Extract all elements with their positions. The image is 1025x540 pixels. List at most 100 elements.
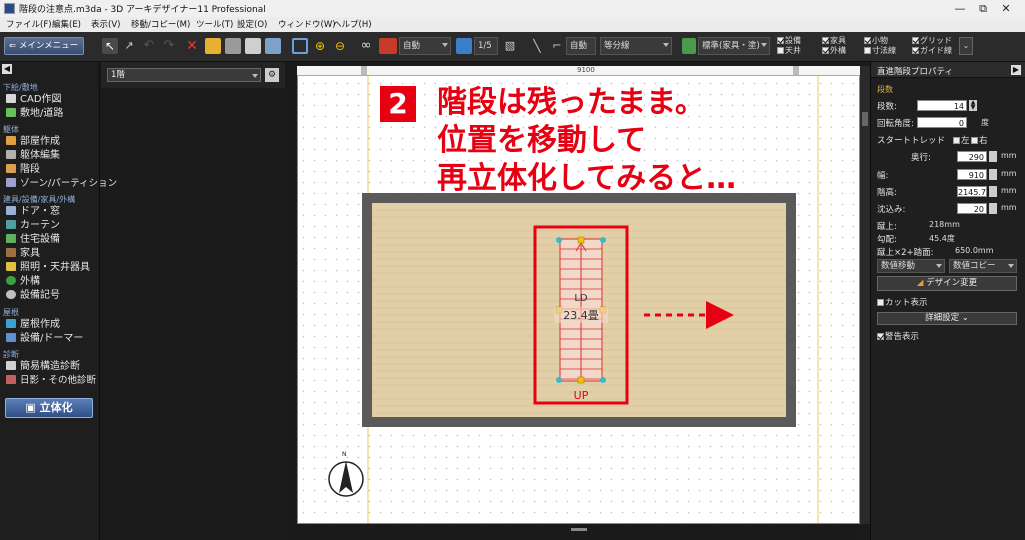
redo-icon[interactable]: ↷ — [161, 38, 177, 54]
scroll-thumb[interactable] — [862, 112, 868, 126]
fit-view-icon[interactable] — [292, 38, 308, 54]
width-dropdown[interactable] — [989, 169, 997, 180]
grid-scale-icon[interactable] — [456, 38, 472, 54]
link-icon[interactable]: ∞ — [358, 38, 374, 54]
menu-help[interactable]: ヘルプ(H) — [333, 18, 372, 30]
back-arrow-icon: ⇐ — [9, 41, 17, 51]
nav-furniture[interactable]: 家具 — [6, 247, 40, 261]
nav-dormer[interactable]: 設備/ドーマー — [6, 332, 83, 346]
print-icon[interactable] — [245, 38, 261, 54]
nav-shadow-diagnosis[interactable]: 日影・その他診断 — [6, 374, 96, 388]
steps-spinner[interactable]: ▲ ▼ — [969, 100, 977, 111]
rotate-handle[interactable] — [556, 377, 562, 383]
floor-settings-icon[interactable]: ⚙ — [265, 68, 279, 82]
ruler-marker[interactable] — [361, 66, 367, 75]
width-input[interactable]: 910 — [957, 169, 987, 180]
menu-edit[interactable]: 編集(E) — [52, 18, 81, 30]
check-grid[interactable]: グリッド — [912, 36, 952, 46]
rotation-input[interactable]: 0 — [917, 117, 967, 128]
expand-chevron-icon[interactable]: ⌄ — [959, 37, 973, 55]
multi-select-icon[interactable]: ↗ — [121, 38, 137, 54]
chevron-down-icon — [1008, 264, 1014, 268]
rotate-handle[interactable] — [600, 237, 606, 243]
dimension-icon[interactable]: ⌐ — [549, 38, 565, 54]
zoom-in-icon[interactable]: ⊕ — [312, 38, 328, 54]
nav-site-road[interactable]: 敷地/道路 — [6, 107, 63, 121]
ceiling-dropdown[interactable] — [989, 186, 997, 197]
nav-structure-diagnosis[interactable]: 簡易構造診断 — [6, 360, 80, 374]
nav-exterior[interactable]: 外構 — [6, 275, 40, 289]
division-select[interactable]: 等分線 — [600, 37, 672, 55]
menu-file[interactable]: ファイル(F) — [6, 18, 52, 30]
horizontal-scrollbar[interactable] — [297, 524, 860, 536]
collapse-left-icon[interactable]: ◀ — [2, 64, 12, 74]
warning-display-check[interactable]: 警告表示 — [877, 330, 919, 342]
menu-tools[interactable]: ツール(T) — [196, 18, 233, 30]
start-tread-right[interactable]: 右 — [971, 134, 988, 146]
check-exterior[interactable]: 外構 — [822, 46, 846, 56]
nav-cad-drawing[interactable]: CAD作図 — [6, 93, 62, 107]
menu-settings[interactable]: 設定(O) — [237, 18, 267, 30]
display-mode-icon[interactable] — [682, 38, 696, 54]
rotate-handle[interactable] — [556, 237, 562, 243]
sink-input[interactable]: 20 — [957, 203, 987, 214]
rotate-handle[interactable] — [600, 377, 606, 383]
resize-handle[interactable] — [577, 236, 585, 244]
nav-lighting[interactable]: 照明・天井器具 — [6, 261, 90, 275]
nav-structure-edit[interactable]: 躯体編集 — [6, 149, 60, 163]
nav-room-create[interactable]: 部屋作成 — [6, 135, 60, 149]
design-change-button[interactable]: ◢ デザイン変更 — [877, 276, 1017, 291]
image-icon[interactable] — [265, 38, 281, 54]
select-cursor-icon[interactable]: ↖ — [102, 38, 118, 54]
vertical-scrollbar[interactable] — [860, 66, 870, 524]
nav-zone-partition[interactable]: ゾーン/パーティション — [6, 177, 117, 191]
open-folder-icon[interactable] — [205, 38, 221, 54]
menu-move-copy[interactable]: 移動/コピー(M) — [131, 18, 190, 30]
undo-icon[interactable]: ↶ — [141, 38, 157, 54]
check-ceiling[interactable]: 天井 — [777, 46, 801, 56]
display-mode-select[interactable]: 標準(家具・塗) — [698, 37, 770, 55]
nav-home-equipment[interactable]: 住宅設備 — [6, 233, 60, 247]
depth-dropdown[interactable] — [989, 151, 997, 162]
snap-mode-select[interactable]: 自動 — [399, 37, 451, 55]
check-guide[interactable]: ガイド線 — [912, 46, 952, 56]
start-tread-left[interactable]: 左 — [953, 134, 970, 146]
menu-window[interactable]: ウィンドウ(W) — [278, 18, 336, 30]
check-small-items[interactable]: 小物 — [864, 36, 888, 46]
save-icon[interactable] — [225, 38, 241, 54]
design-change-label: デザイン変更 — [926, 278, 978, 288]
menu-view[interactable]: 表示(V) — [91, 18, 120, 30]
ceiling-input[interactable]: 2145.71 — [957, 186, 991, 197]
depth-input[interactable]: 290 — [957, 151, 987, 162]
resize-handle[interactable] — [577, 376, 585, 384]
nav-stairs[interactable]: 階段 — [6, 163, 40, 177]
nav-equipment-symbol[interactable]: 設備記号 — [6, 289, 60, 303]
scroll-thumb[interactable] — [571, 528, 587, 531]
check-equipment[interactable]: 設備 — [777, 36, 801, 46]
line-tool-icon[interactable]: ╲ — [529, 38, 545, 54]
check-furniture[interactable]: 家具 — [822, 36, 846, 46]
close-button[interactable]: ✕ — [983, 0, 1025, 17]
steps-input[interactable]: 14 — [917, 100, 967, 111]
ruler-marker[interactable] — [793, 66, 799, 75]
render-3d-button[interactable]: ▣ 立体化 — [5, 398, 93, 418]
scale-select[interactable]: 1/5 — [474, 37, 498, 55]
numeric-move-select[interactable]: 数値移動 — [877, 259, 945, 273]
chevron-down-icon — [252, 74, 258, 78]
delete-icon[interactable]: ✕ — [184, 38, 200, 54]
detail-settings-button[interactable]: 詳細設定 ⌄ — [877, 312, 1017, 325]
nav-roof-create[interactable]: 屋根作成 — [6, 318, 60, 332]
dimension-mode-select[interactable]: 自動 — [566, 37, 596, 55]
nav-curtain[interactable]: カーテン — [6, 219, 60, 233]
collapse-right-icon[interactable]: ▶ — [1011, 65, 1021, 75]
pattern-icon[interactable]: ▧ — [502, 38, 518, 54]
check-dimension[interactable]: 寸法線 — [864, 46, 896, 56]
snap-icon[interactable] — [379, 38, 397, 54]
nav-door-window[interactable]: ドア・窓 — [6, 205, 60, 219]
zoom-out-icon[interactable]: ⊖ — [332, 38, 348, 54]
floor-select[interactable]: 1階 — [107, 68, 261, 82]
sink-dropdown[interactable] — [989, 203, 997, 214]
numeric-copy-select[interactable]: 数値コピー — [949, 259, 1017, 273]
main-menu-button[interactable]: ⇐ メインメニュー — [4, 37, 84, 55]
cut-display-check[interactable]: カット表示 — [877, 296, 928, 308]
